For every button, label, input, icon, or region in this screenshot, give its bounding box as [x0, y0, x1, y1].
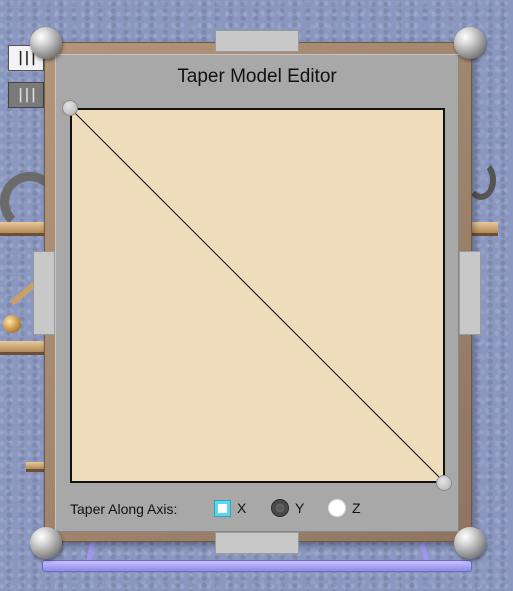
frame-handle-left[interactable] — [33, 251, 55, 335]
button-glyph: ||| — [16, 87, 37, 103]
sphere-icon[interactable] — [454, 527, 486, 559]
taper-curve-line — [70, 108, 445, 483]
sphere-icon[interactable] — [454, 27, 486, 59]
axis-option-label: Z — [352, 500, 361, 516]
axis-option-y[interactable]: Y — [271, 498, 304, 518]
background-knob — [3, 315, 21, 333]
taper-curve — [70, 108, 445, 483]
axis-option-z[interactable]: Z — [328, 498, 361, 518]
sphere-icon[interactable] — [30, 527, 62, 559]
radio-unselected-icon[interactable] — [328, 499, 346, 517]
control-point-icon[interactable] — [62, 100, 78, 116]
frame-handle-top[interactable] — [215, 30, 299, 52]
sphere-icon[interactable] — [30, 27, 62, 59]
toolbar-button-bottom[interactable]: ||| — [8, 82, 44, 108]
axis-option-x[interactable]: X — [214, 498, 246, 518]
editor-title: Taper Model Editor — [177, 66, 337, 87]
frame-handle-right[interactable] — [459, 251, 481, 335]
axis-option-label: X — [237, 500, 247, 516]
taper-axis-label: Taper Along Axis: — [70, 501, 178, 517]
frame-handle-bottom[interactable] — [215, 532, 299, 554]
stand-bar — [42, 560, 472, 572]
control-point-icon[interactable] — [436, 475, 452, 491]
radio-unselected-icon[interactable] — [271, 499, 289, 517]
radio-selected-icon[interactable] — [214, 499, 231, 517]
axis-option-label: Y — [295, 500, 305, 516]
